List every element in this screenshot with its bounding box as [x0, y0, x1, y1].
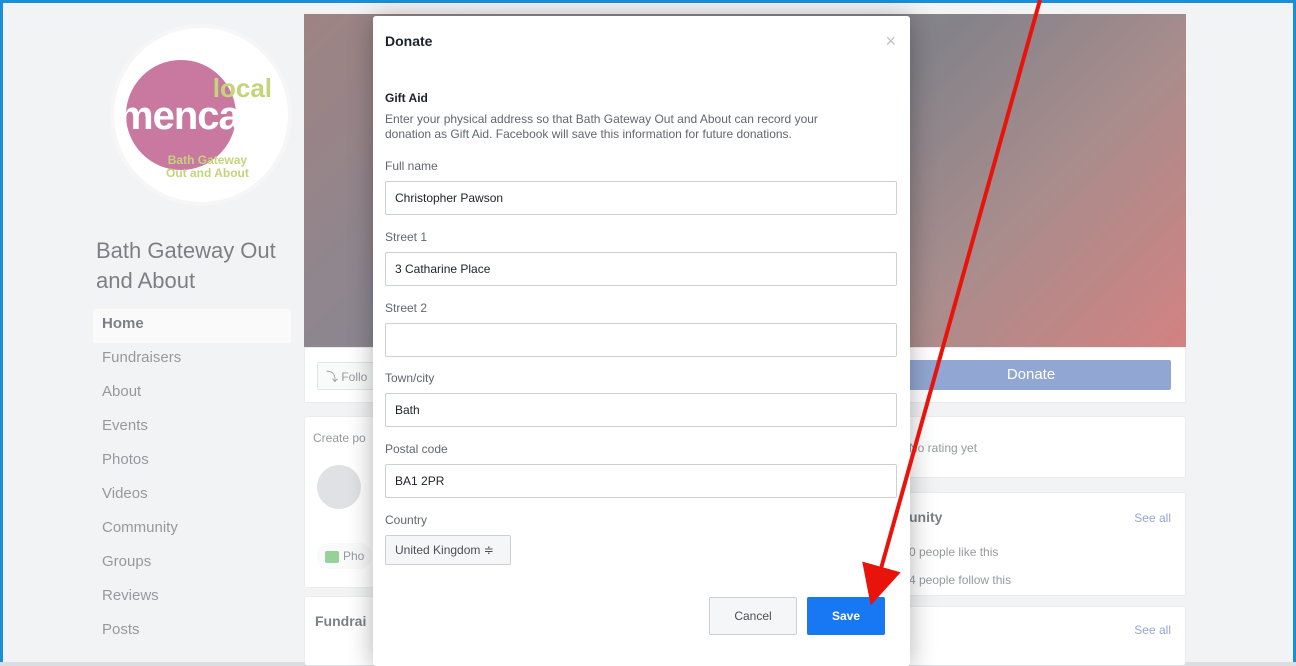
red-arrow-annotation: [862, 0, 1042, 606]
arrow-line: [862, 0, 1042, 606]
